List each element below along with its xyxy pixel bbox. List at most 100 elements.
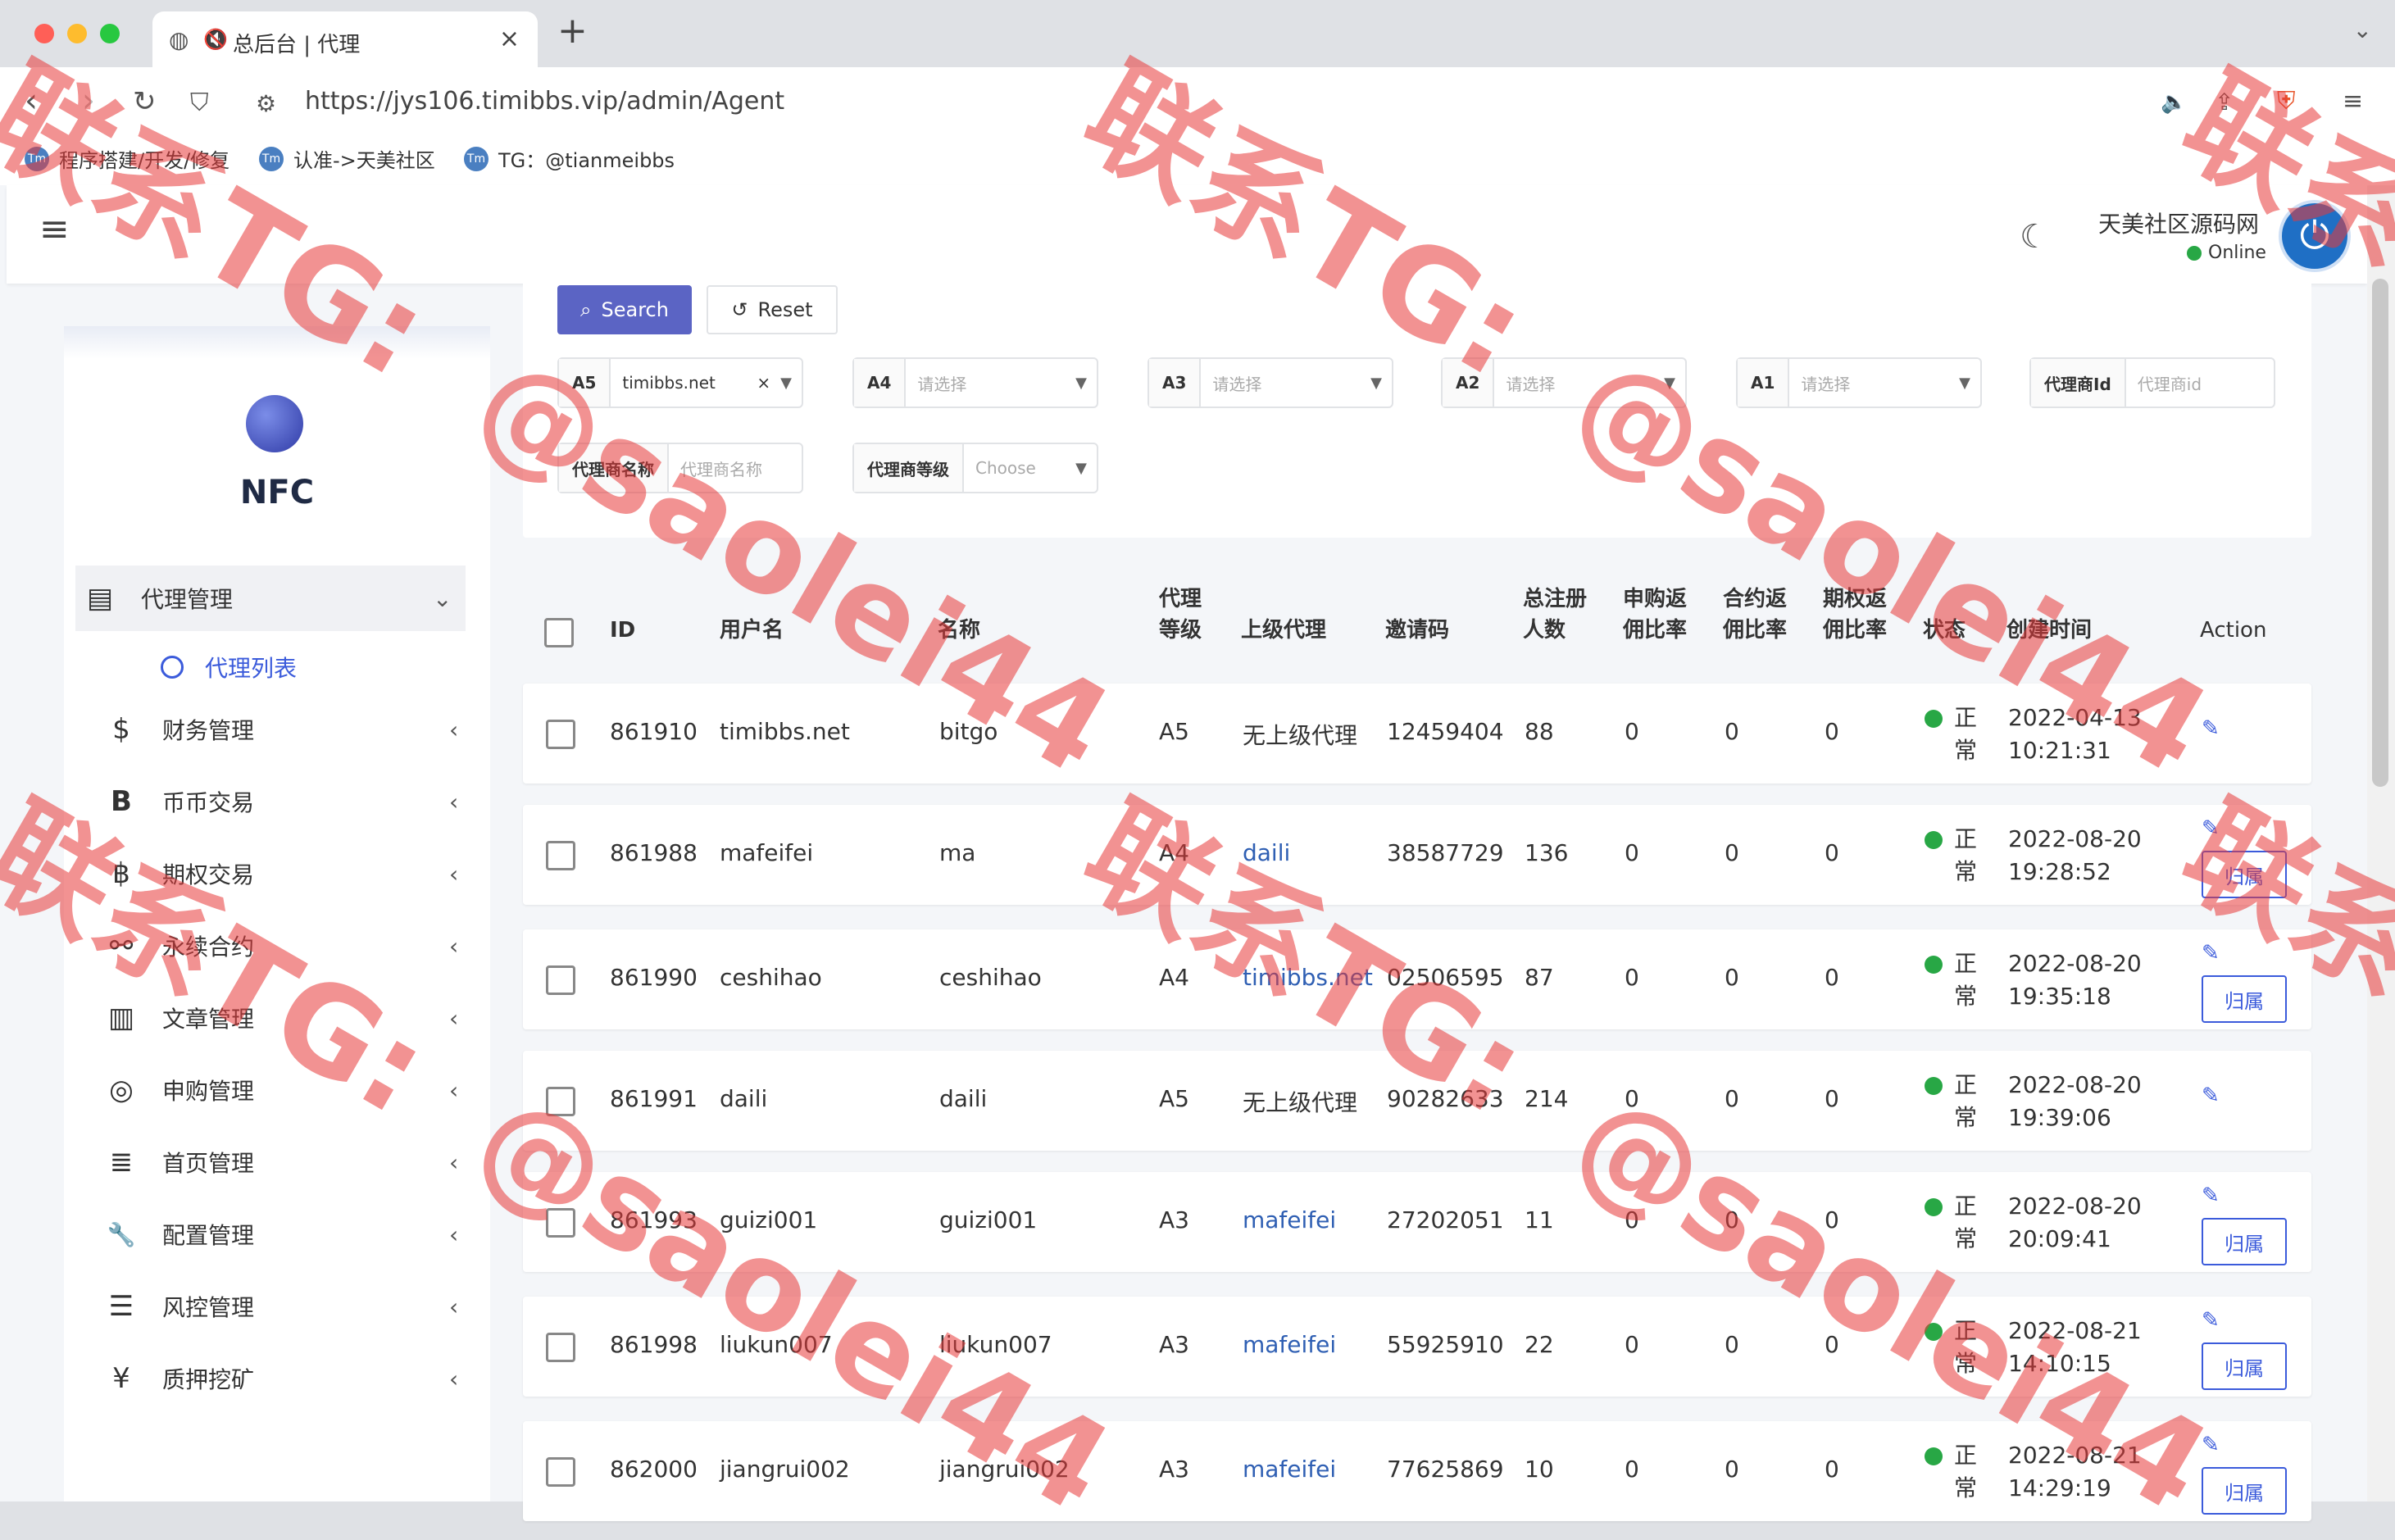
back-icon[interactable]: ‹ (25, 82, 38, 120)
sidebar-item-perpetual-contract[interactable]: ⚯永续合约‹ (97, 913, 482, 979)
cell-parent-link[interactable]: daili (1243, 839, 1290, 866)
browser-tab[interactable]: ◍ 🔇 总后台 | 代理 × (152, 11, 538, 67)
a5-filter-select[interactable]: A5 timibbs.net × ▼ (557, 357, 803, 408)
select-all-checkbox[interactable] (544, 618, 574, 647)
url-field[interactable]: https://jys106.timibbs.vip/admin/Agent (305, 87, 784, 116)
sidebar-item-homepage[interactable]: ≣首页管理‹ (97, 1129, 482, 1195)
clear-icon[interactable]: × (757, 359, 780, 407)
cell-parent-link[interactable]: mafeifei (1243, 1206, 1336, 1233)
belong-button[interactable]: 归属 (2202, 851, 2287, 898)
header-line: 人数 (1523, 618, 1566, 643)
edit-icon[interactable]: ✎ (2202, 1308, 2220, 1333)
edit-icon[interactable]: ✎ (2202, 1183, 2220, 1208)
reload-icon[interactable]: ↻ (133, 85, 157, 118)
row-checkbox[interactable] (546, 965, 575, 995)
minimize-window-button[interactable] (67, 24, 87, 43)
speaker-muted-icon[interactable]: 🔈 (2161, 90, 2187, 115)
brave-shield-icon[interactable]: ⛨ (2277, 87, 2296, 116)
agent-id-field[interactable]: 代理商Id 代理商id (2029, 357, 2275, 408)
sidebar-item-spot-trading[interactable]: B币币交易‹ (97, 769, 482, 834)
cell-level: A5 (1159, 718, 1189, 745)
sidebar-item-staking[interactable]: ¥质押挖矿‹ (97, 1346, 482, 1411)
sidebar-item-articles[interactable]: ▥文章管理‹ (97, 985, 482, 1051)
new-tab-button[interactable]: + (557, 10, 588, 52)
bookmark-item[interactable]: TmTG：@tianmeibbs (464, 144, 675, 173)
close-window-button[interactable] (34, 24, 54, 43)
cell-parent-link[interactable]: mafeifei (1243, 1456, 1336, 1483)
row-checkbox[interactable] (546, 1208, 575, 1238)
sidebar-item-subscription[interactable]: ◎申购管理‹ (97, 1057, 482, 1123)
edit-icon[interactable]: ✎ (2202, 816, 2220, 841)
site-settings-icon[interactable]: ⚙ (256, 90, 276, 117)
row-checkbox[interactable] (546, 1457, 575, 1487)
agent-name-field[interactable]: 代理商名称 代理商名称 (557, 443, 803, 493)
row-checkbox[interactable] (546, 1087, 575, 1116)
a4-filter-label: A4 (854, 359, 906, 407)
cell-id: 861988 (610, 839, 698, 866)
zoom-window-button[interactable] (100, 24, 120, 43)
forward-icon[interactable]: › (82, 82, 95, 120)
cell-total-registered: 10 (1525, 1456, 1554, 1483)
cell-created: 2022-08-2114:29:19 (2008, 1439, 2142, 1505)
status-ok-dot-icon (1925, 831, 1943, 849)
cell-status: 正常 (1925, 947, 1977, 1013)
nfc-logo (246, 395, 303, 452)
sidebar-item-label: 币币交易 (162, 785, 449, 818)
sidebar-item-finance[interactable]: $财务管理‹ (97, 697, 482, 762)
belong-button[interactable]: 归属 (2202, 1467, 2287, 1515)
belong-button[interactable]: 归属 (2202, 975, 2287, 1023)
chevron-down-icon[interactable]: ⌄ (2353, 16, 2372, 43)
cell-parent-link[interactable]: mafeifei (1243, 1331, 1336, 1358)
sidebar-item-risk-control[interactable]: ☰风控管理‹ (97, 1274, 482, 1339)
share-icon[interactable]: ⇪ (2215, 89, 2234, 116)
sidebar-item-agent-management[interactable]: ▤ 代理管理 ⌄ (75, 566, 466, 631)
cell-subscription-rate: 0 (1625, 964, 1639, 991)
cell-invite-code: 27202051 (1387, 1206, 1504, 1233)
edit-icon[interactable]: ✎ (2202, 1083, 2220, 1108)
edit-icon[interactable]: ✎ (2202, 941, 2220, 965)
sidebar-item-options-trading[interactable]: ฿期权交易‹ (97, 841, 482, 906)
status-ok-dot-icon (1925, 710, 1943, 728)
cell-status: 正常 (1925, 823, 1977, 888)
cell-level: A5 (1159, 1085, 1189, 1112)
a4-filter-select[interactable]: A4 请选择 ▼ (852, 357, 1098, 408)
belong-button[interactable]: 归属 (2202, 1218, 2287, 1265)
belong-button[interactable]: 归属 (2202, 1342, 2287, 1390)
cell-parent-link[interactable]: timibbs.net (1243, 964, 1373, 991)
hamburger-menu-icon[interactable]: ≡ (39, 208, 70, 250)
sidebar-subitem-agent-list[interactable]: 代理列表 (161, 651, 297, 684)
row-checkbox[interactable] (546, 841, 575, 870)
row-checkbox[interactable] (546, 720, 575, 749)
bookmark-item[interactable]: Tm程序搭建/开发/修复 (25, 144, 230, 173)
cell-username: liukun007 (720, 1331, 833, 1358)
a2-filter-select[interactable]: A2 请选择 ▼ (1441, 357, 1687, 408)
search-button[interactable]: ⌕Search (557, 285, 692, 334)
agent-level-select[interactable]: 代理商等级 Choose ▼ (852, 443, 1098, 493)
chevron-left-icon: ‹ (449, 716, 482, 743)
scrollbar-thumb[interactable] (2372, 279, 2388, 787)
bookmark-icon[interactable]: ⛉ (190, 89, 209, 117)
chevron-left-icon: ‹ (449, 933, 482, 960)
column-header-action: Action (2200, 615, 2266, 646)
avatar[interactable]: ⏻ (2282, 203, 2347, 269)
a1-filter-select[interactable]: A1 请选择 ▼ (1736, 357, 1982, 408)
a3-filter-select[interactable]: A3 请选择 ▼ (1148, 357, 1393, 408)
a2-filter-label: A2 (1443, 359, 1494, 407)
close-tab-icon[interactable]: × (499, 25, 520, 53)
reset-button[interactable]: ↺Reset (707, 285, 838, 334)
browser-menu-icon[interactable]: ≡ (2343, 87, 2363, 116)
dark-mode-moon-icon[interactable]: ☾ (2020, 218, 2049, 256)
mute-icon[interactable]: 🔇 (203, 28, 228, 51)
header-line: 代理 (1159, 587, 1202, 611)
edit-icon[interactable]: ✎ (2202, 1433, 2220, 1457)
cell-subscription-rate: 0 (1625, 839, 1639, 866)
cell-name: daili (939, 1085, 987, 1112)
edit-icon[interactable]: ✎ (2202, 716, 2220, 741)
row-checkbox[interactable] (546, 1333, 575, 1362)
bookmark-item[interactable]: Tm认准->天美社区 (259, 144, 435, 173)
table-row: 861993guizi001guizi001A3mafeifei27202051… (523, 1172, 2311, 1272)
sidebar-item-config[interactable]: 🔧配置管理‹ (97, 1202, 482, 1267)
cell-total-registered: 11 (1525, 1206, 1554, 1233)
cell-invite-code: 02506595 (1387, 964, 1504, 991)
created-date: 2022-08-20 (2008, 1192, 2142, 1220)
